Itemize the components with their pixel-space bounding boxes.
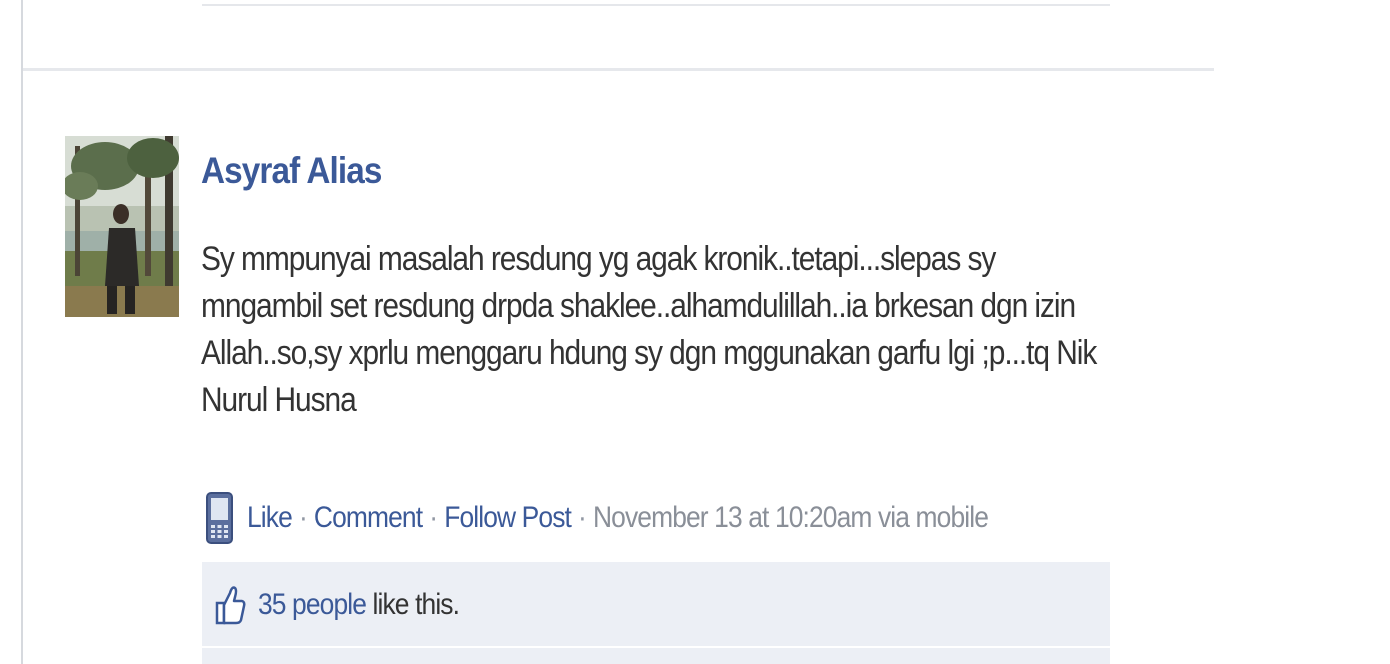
follow-post-link[interactable]: Follow Post bbox=[444, 501, 572, 535]
story-divider bbox=[23, 68, 1214, 71]
like-link[interactable]: Like bbox=[247, 501, 293, 535]
mobile-phone-icon bbox=[206, 492, 233, 544]
avatar[interactable] bbox=[65, 136, 179, 317]
action-separator: · bbox=[578, 501, 587, 534]
feed-page: Asyraf Alias Sy mmpunyai masalah resdung… bbox=[0, 0, 1390, 664]
author-name-link[interactable]: Asyraf Alias bbox=[201, 150, 382, 192]
post-timestamp[interactable]: November 13 at 10:20am via mobile bbox=[593, 501, 989, 535]
comment-link[interactable]: Comment bbox=[314, 501, 423, 535]
thumbs-up-icon bbox=[215, 586, 246, 625]
likes-summary-text: 35 people like this. bbox=[258, 588, 460, 622]
likes-summary-box-lower bbox=[202, 648, 1110, 664]
previous-post-bottom-edge bbox=[202, 0, 1110, 6]
post-actions-bar: Like · Comment · Follow Post · November … bbox=[206, 490, 1089, 546]
likes-people-link[interactable]: 35 people bbox=[258, 588, 367, 621]
post-message: Sy mmpunyai masalah resdung yg agak kron… bbox=[201, 226, 1134, 433]
post-action-links: Like · Comment · Follow Post · November … bbox=[247, 501, 989, 535]
likes-suffix: like this. bbox=[366, 588, 460, 621]
avatar-photo bbox=[65, 136, 179, 317]
feed-left-border bbox=[21, 0, 23, 664]
action-separator: · bbox=[298, 501, 308, 534]
action-separator: · bbox=[429, 501, 438, 534]
